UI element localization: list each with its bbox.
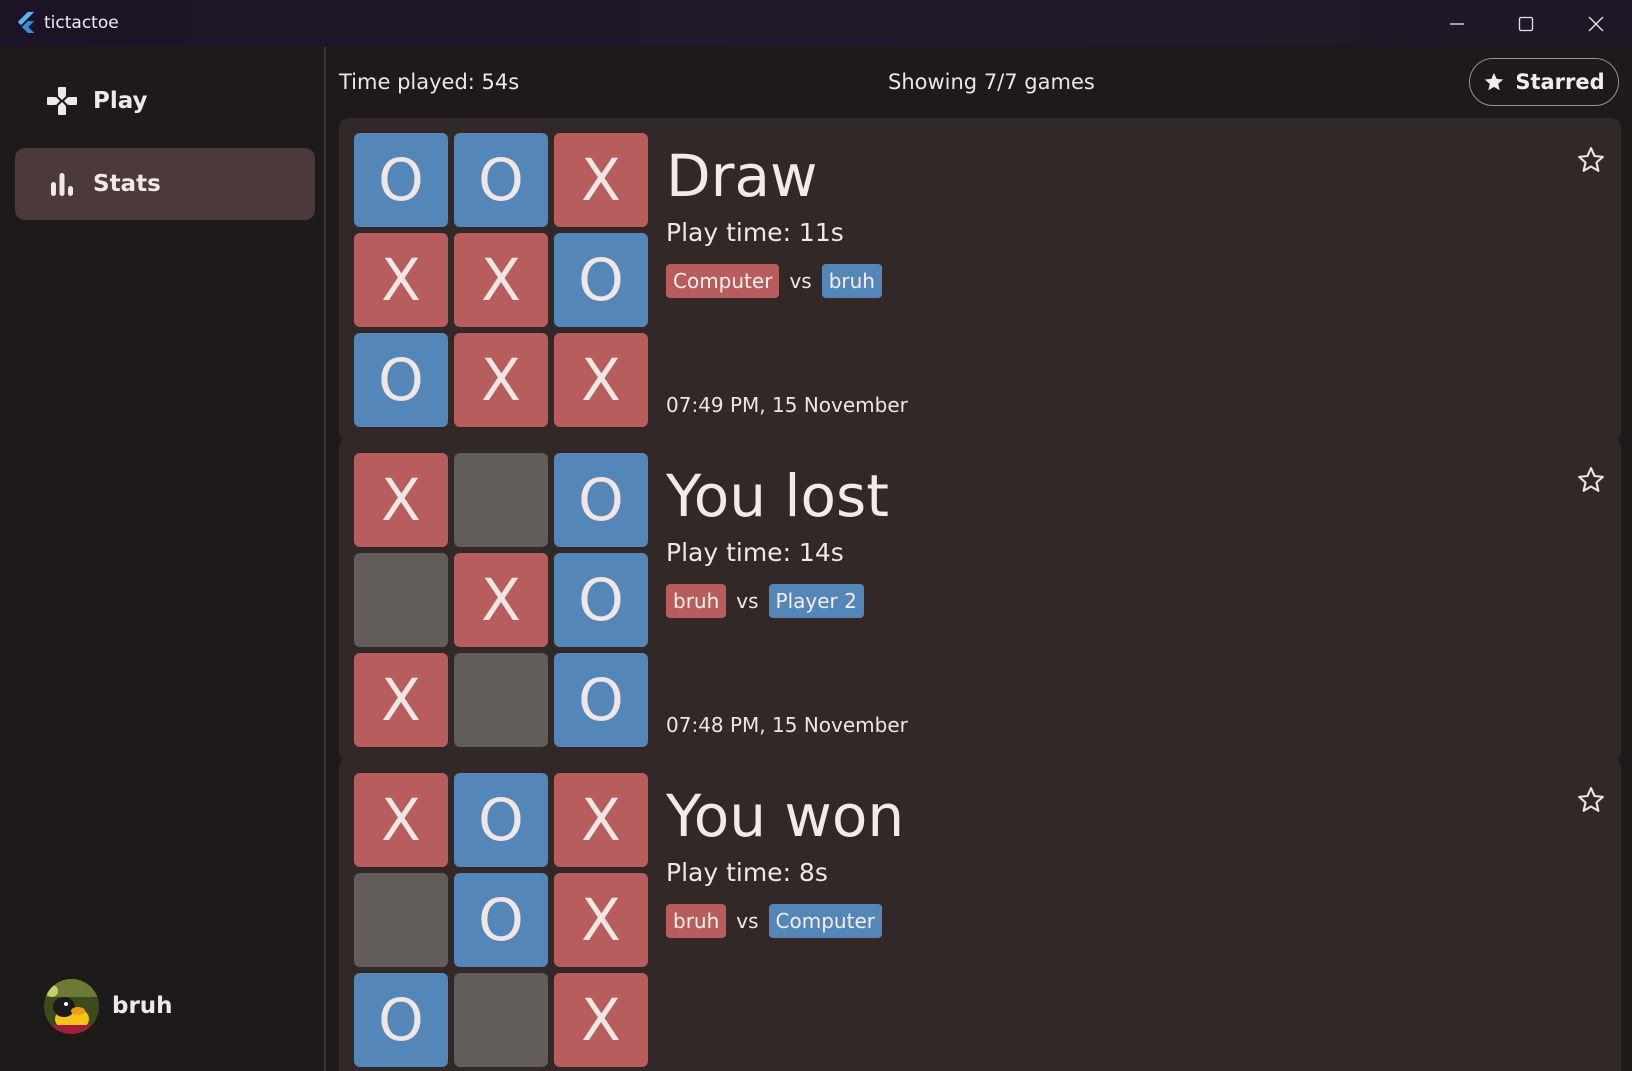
vs-text: vs [736,589,759,613]
starred-filter-button[interactable]: Starred [1469,58,1619,106]
sidebar-item-label: Play [93,88,148,114]
duck-avatar-icon [44,978,99,1034]
board-cell [354,553,448,647]
game-result: You lost [666,462,889,530]
play-time: Play time: 8s [666,858,828,887]
games-count-text: Showing 7/7 games [888,70,1095,94]
app-window: tictactoe Play Stats bruh Time played: 5… [0,0,1632,1071]
sidebar-item-label: Stats [93,171,161,197]
player1-tag: Computer [666,264,780,298]
board-cell: O [354,973,448,1067]
board-cell [354,873,448,967]
game-board: O O X X X O O X X [354,133,648,427]
board-cell: O [554,553,648,647]
close-button[interactable] [1561,0,1631,47]
maximize-icon [1518,16,1534,31]
play-time: Play time: 14s [666,538,844,567]
board-cell: X [454,233,548,327]
board-cell: X [354,653,448,747]
minimize-icon [1450,22,1464,25]
star-filled-icon [1485,72,1504,91]
star-outline-icon[interactable] [1576,785,1606,815]
board-cell: X [554,873,648,967]
board-cell: O [354,333,448,427]
game-date: 07:49 PM, 15 November [666,393,908,417]
game-result: Draw [666,142,818,210]
board-cell: O [554,233,648,327]
board-cell: O [554,453,648,547]
bar-chart-icon [51,173,73,196]
game-board: X O X O X O X [354,773,648,1067]
game-card: X O X O X O You lost Play time: 14s bruh… [339,438,1621,761]
board-cell: X [554,133,648,227]
board-cell [454,453,548,547]
sidebar-item-play[interactable]: Play [15,65,315,137]
player1-tag: bruh [666,584,727,618]
player2-tag: Computer [768,904,882,938]
user-name: bruh [112,993,173,1019]
gamepad-icon [47,87,77,115]
player2-tag: bruh [821,264,882,298]
board-cell: X [354,453,448,547]
game-result: You won [666,782,905,850]
time-played-text: Time played: 54s [339,70,520,94]
title-bar: tictactoe [0,0,1632,47]
star-outline-icon[interactable] [1576,465,1606,495]
sidebar-item-stats[interactable]: Stats [15,148,315,220]
starred-label: Starred [1515,70,1605,94]
vs-text: vs [789,269,812,293]
stats-header: Time played: 54s Showing 7/7 games Starr… [328,47,1632,117]
board-cell: O [454,873,548,967]
vs-text: vs [736,909,759,933]
board-cell [454,973,548,1067]
game-card: O O X X X O O X X Draw Play time: 11s Co… [339,118,1621,441]
board-cell: X [354,773,448,867]
player1-tag: bruh [666,904,727,938]
play-time: Play time: 11s [666,218,844,247]
board-cell: X [554,973,648,1067]
board-cell: O [454,773,548,867]
board-cell: X [554,773,648,867]
game-card: X O X O X O X You won Play time: 8s bruh… [339,758,1621,1071]
board-cell: O [354,133,448,227]
sidebar: Play Stats bruh [0,47,326,1071]
board-cell: O [554,653,648,747]
board-cell: X [354,233,448,327]
stats-panel: Time played: 54s Showing 7/7 games Starr… [328,47,1632,1071]
board-cell: X [454,553,548,647]
avatar [44,978,99,1034]
players-row: bruh vs Computer [666,904,882,938]
players-row: Computer vs bruh [666,264,882,298]
flutter-logo-icon [17,11,35,33]
board-cell [454,653,548,747]
close-icon [1588,16,1604,31]
board-cell: O [454,133,548,227]
player2-tag: Player 2 [768,584,864,618]
game-board: X O X O X O [354,453,648,747]
star-outline-icon[interactable] [1576,145,1606,175]
window-title: tictactoe [44,13,119,33]
minimize-button[interactable] [1422,0,1492,47]
user-profile[interactable]: bruh [44,978,173,1034]
board-cell: X [454,333,548,427]
players-row: bruh vs Player 2 [666,584,864,618]
board-cell: X [554,333,648,427]
maximize-button[interactable] [1491,0,1561,47]
game-date: 07:48 PM, 15 November [666,713,908,737]
